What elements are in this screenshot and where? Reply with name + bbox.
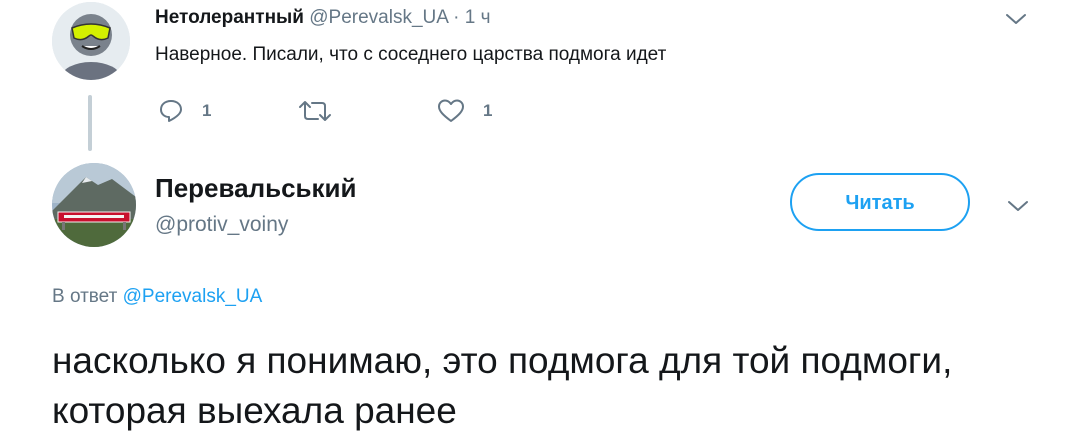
parent-author-name[interactable]: Нетолерантный: [155, 7, 304, 28]
chevron-down-icon: [1008, 201, 1028, 211]
reply-mention-link[interactable]: @Perevalsk_UA: [123, 286, 263, 307]
reply-context: В ответ @Perevalsk_UA: [52, 285, 262, 309]
reply-button[interactable]: 1: [158, 96, 211, 126]
retweet-button[interactable]: [296, 96, 334, 126]
avatar-sunglasses-face-icon: [52, 2, 130, 80]
main-author-avatar[interactable]: [52, 163, 136, 247]
reply-icon: [160, 100, 182, 122]
parent-tweet-menu-button[interactable]: [1005, 12, 1027, 26]
retweet-icon: [299, 101, 331, 121]
main-tweet-menu-button[interactable]: [1007, 199, 1029, 213]
parent-tweet-time[interactable]: 1 ч: [465, 7, 491, 28]
thread-connector-line: [88, 95, 92, 151]
parent-author-handle[interactable]: @Perevalsk_UA: [309, 7, 448, 28]
main-tweet-text: насколько я понимаю, это подмога для той…: [52, 340, 953, 431]
follow-button[interactable]: Читать: [790, 173, 970, 231]
reply-prefix: В ответ: [52, 286, 118, 307]
like-icon: [438, 99, 464, 122]
like-count: 1: [483, 101, 493, 120]
parent-tweet-text: Наверное. Писали, что с соседнего царств…: [155, 44, 667, 65]
meta-separator: ·: [453, 7, 460, 28]
parent-author-avatar[interactable]: [52, 2, 130, 80]
main-author-name[interactable]: Перевальський: [155, 172, 357, 204]
like-button[interactable]: 1: [437, 96, 492, 126]
parent-tweet-header: Нетолерантный @Perevalsk_UA · 1 ч: [155, 6, 491, 30]
reply-count: 1: [202, 101, 212, 120]
main-author-handle[interactable]: @protiv_voiny: [155, 212, 288, 238]
avatar-landscape-sign-icon: [52, 163, 136, 247]
chevron-down-icon: [1006, 14, 1026, 24]
